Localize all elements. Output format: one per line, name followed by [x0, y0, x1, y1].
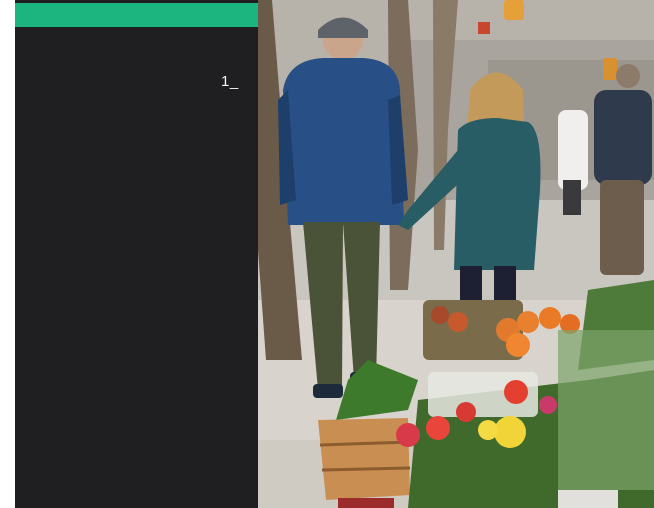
left-panel: 1_ — [15, 0, 258, 508]
street-market-photo — [258, 0, 654, 508]
accent-bar — [15, 3, 258, 27]
page-marker: 1_ — [221, 73, 239, 90]
